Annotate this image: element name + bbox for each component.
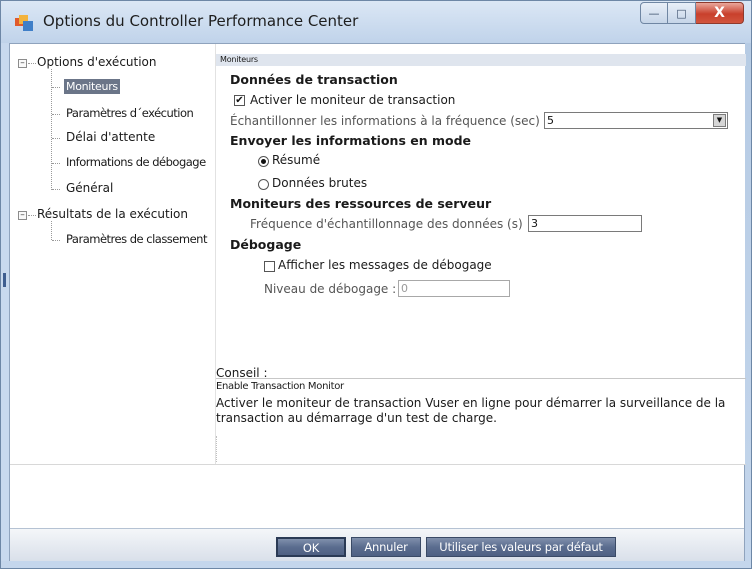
button-bar: OK Annuler Utiliser les valeurs par défa… <box>10 528 744 561</box>
window-title: Options du Controller Performance Center <box>43 12 359 30</box>
dialog-client: – Options d'exécution Moniteurs Paramètr… <box>9 43 746 561</box>
tree-connector <box>28 63 36 64</box>
sample-rate-combo[interactable]: 5 ▼ <box>544 112 728 129</box>
section-send-mode: Envoyer les informations en mode <box>230 133 472 148</box>
show-debug-label[interactable]: Afficher les messages de débogage <box>278 258 492 272</box>
tree-connector <box>52 114 60 115</box>
sample-rate-label: Échantillonner les informations à la fré… <box>230 114 540 128</box>
left-border <box>1 43 9 561</box>
enable-monitor-checkbox[interactable]: ✔ <box>234 95 245 106</box>
left-marker <box>3 273 6 287</box>
title-bar[interactable]: Options du Controller Performance Center… <box>1 1 751 43</box>
minimize-button[interactable]: — <box>640 2 668 24</box>
cancel-button[interactable]: Annuler <box>351 537 421 557</box>
server-frequency-input[interactable]: 3 <box>528 215 642 232</box>
section-transaction-data: Données de transaction <box>230 72 398 87</box>
raw-data-label[interactable]: Données brutes <box>272 176 367 190</box>
show-debug-checkbox[interactable] <box>264 261 275 272</box>
hint-body: Activer le moniteur de transaction Vuser… <box>216 396 726 425</box>
content-divider <box>10 464 746 465</box>
section-server-monitors: Moniteurs des ressources de serveur <box>230 196 492 211</box>
tree-item-ranking-settings[interactable]: Paramètres de classement <box>66 232 207 246</box>
tree-connector <box>51 221 52 240</box>
debug-level-label: Niveau de débogage : <box>264 282 397 296</box>
settings-pane: Moniteurs Données de transaction ✔ Activ… <box>215 44 746 464</box>
tree-connector <box>52 163 60 164</box>
use-defaults-button[interactable]: Utiliser les valeurs par défaut <box>426 537 616 557</box>
options-tree: – Options d'exécution Moniteurs Paramètr… <box>10 44 215 464</box>
tree-item-runtime-settings[interactable]: Paramètres d´exécution <box>66 106 194 120</box>
tree-connector <box>52 189 60 190</box>
ok-button[interactable]: OK <box>276 537 346 557</box>
close-button[interactable]: X <box>696 2 744 24</box>
hint-subtitle: Enable Transaction Monitor <box>216 381 344 392</box>
raw-data-radio[interactable] <box>258 179 269 190</box>
tree-item-run-results[interactable]: Résultats de la exécution <box>37 207 188 221</box>
sample-rate-value: 5 <box>547 114 554 127</box>
section-debug: Débogage <box>230 237 302 252</box>
tree-item-debug-info[interactable]: Informations de débogage <box>66 155 206 169</box>
tree-connector <box>52 240 60 241</box>
summary-radio[interactable] <box>258 156 269 167</box>
chevron-down-icon[interactable]: ▼ <box>713 114 726 127</box>
tree-connector <box>52 87 60 88</box>
tree-connector <box>52 138 60 139</box>
server-frequency-label: Fréquence d'échantillonnage des données … <box>250 217 523 231</box>
hint-divider <box>216 378 746 379</box>
summary-label[interactable]: Résumé <box>272 153 320 167</box>
tree-item-runtime-options[interactable]: Options d'exécution <box>37 55 157 69</box>
expander-run-results[interactable]: – <box>18 211 27 220</box>
app-icon <box>15 15 33 31</box>
pane-header: Moniteurs <box>216 54 746 66</box>
tree-item-general[interactable]: Général <box>66 181 113 195</box>
window-controls: — □ X <box>640 2 744 24</box>
debug-level-input[interactable]: 0 <box>398 280 510 297</box>
enable-monitor-label[interactable]: Activer le moniteur de transaction <box>250 93 455 107</box>
tree-item-timeout[interactable]: Délai d'attente <box>66 130 155 144</box>
tree-item-monitors[interactable]: Moniteurs <box>64 79 120 94</box>
hint-margin <box>216 436 217 462</box>
maximize-button[interactable]: □ <box>668 2 696 24</box>
expander-runtime-options[interactable]: – <box>18 59 27 68</box>
options-dialog: Options du Controller Performance Center… <box>0 0 752 569</box>
tree-connector <box>28 215 36 216</box>
